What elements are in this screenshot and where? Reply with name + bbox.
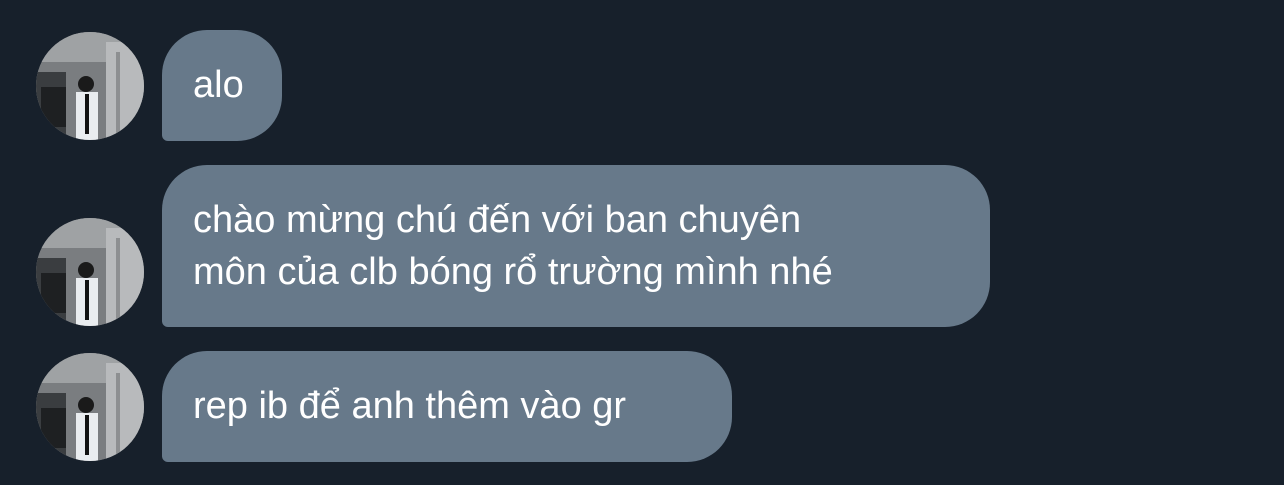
sender-avatar[interactable]	[36, 218, 144, 326]
message-text: chào mừng chú đến với ban chuyên	[193, 199, 802, 241]
sender-avatar[interactable]	[36, 353, 144, 461]
message-bubble[interactable]: rep ib để anh thêm vào gr	[162, 351, 732, 462]
message-text: rep ib để anh thêm vào gr	[193, 385, 627, 427]
message-bubble[interactable]: chào mừng chú đến với ban chuyên môn của…	[162, 165, 990, 327]
message-text: môn của clb bóng rổ trường mình nhé	[193, 251, 833, 293]
sender-avatar[interactable]	[36, 32, 144, 140]
avatar-photo-icon	[36, 353, 144, 461]
message-text: alo	[193, 64, 244, 106]
avatar-photo-icon	[36, 218, 144, 326]
avatar-photo-icon	[36, 32, 144, 140]
message-bubble[interactable]: alo	[162, 30, 282, 141]
